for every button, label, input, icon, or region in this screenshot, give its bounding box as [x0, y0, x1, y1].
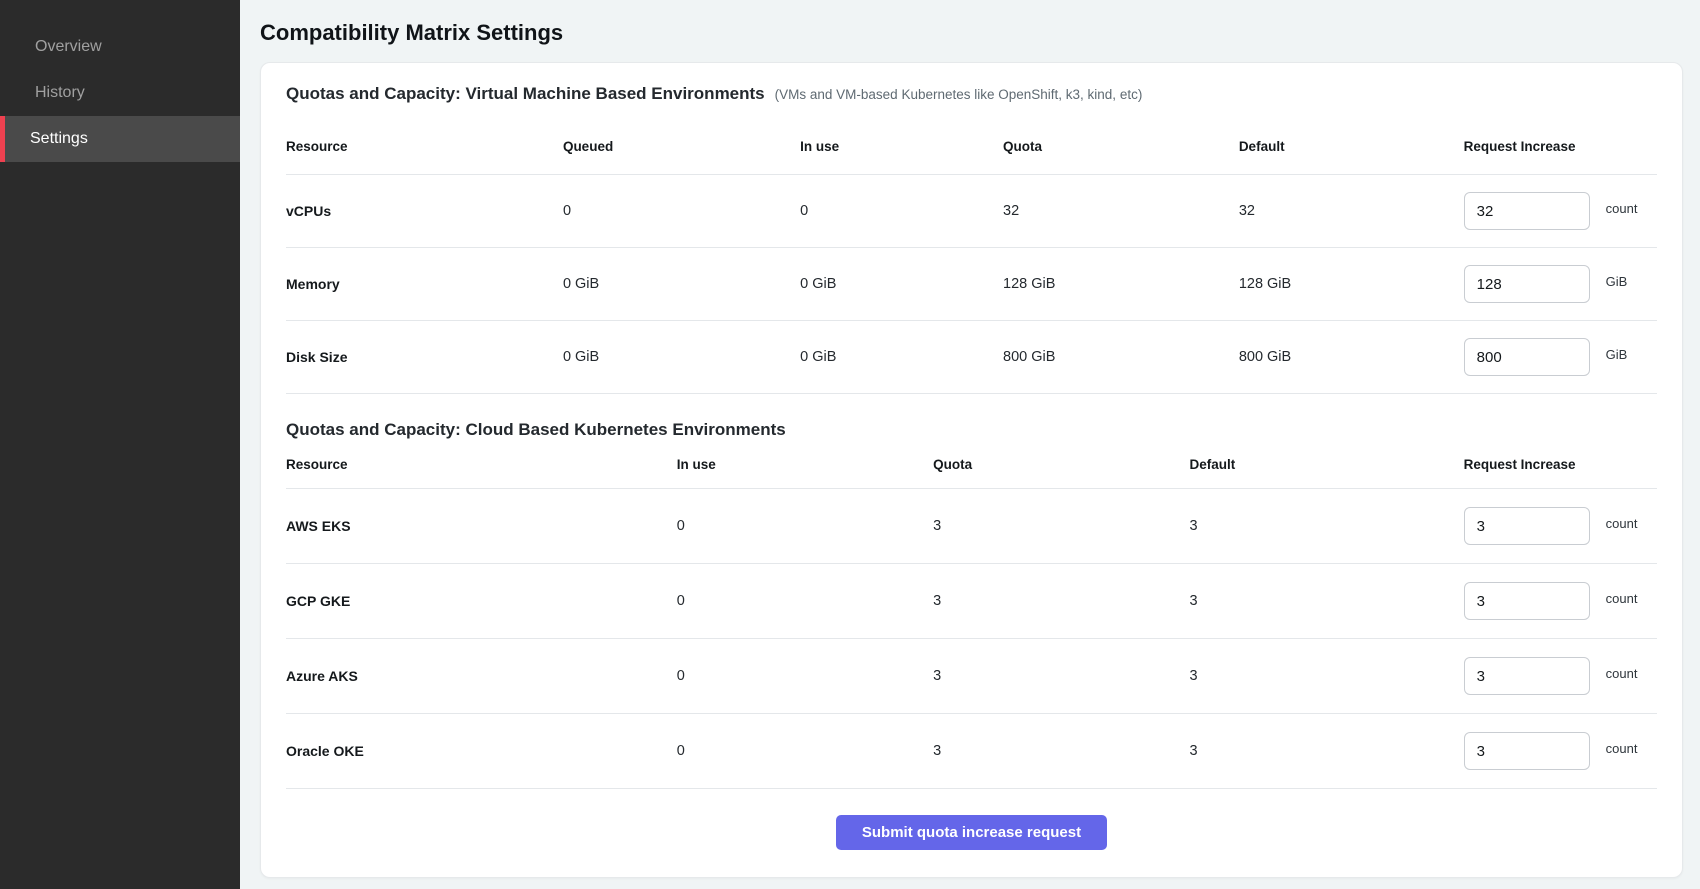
cloud-col-resource: Resource	[286, 457, 677, 472]
resource-label: Disk Size	[286, 349, 563, 365]
vm-section-header: Quotas and Capacity: Virtual Machine Bas…	[286, 83, 1657, 105]
quota-value: 3	[933, 743, 1189, 759]
resource-label: Azure AKS	[286, 668, 677, 684]
in-use-value: 0	[800, 203, 1003, 219]
quota-value: 3	[933, 518, 1189, 534]
resource-label: vCPUs	[286, 203, 563, 219]
request-increase-input-memory[interactable]	[1464, 265, 1590, 303]
request-increase-cell: count	[1464, 657, 1657, 695]
default-value: 800 GiB	[1239, 349, 1464, 365]
sidebar-item-settings[interactable]: Settings	[0, 116, 240, 162]
resource-label: AWS EKS	[286, 518, 677, 534]
table-row-memory: Memory 0 GiB 0 GiB 128 GiB 128 GiB GiB	[286, 248, 1657, 321]
table-row-aws-eks: AWS EKS 0 3 3 count	[286, 489, 1657, 564]
resource-label: Memory	[286, 276, 563, 292]
request-increase-cell: count	[1464, 732, 1657, 770]
quota-value: 3	[933, 668, 1189, 684]
queued-value: 0 GiB	[563, 349, 800, 365]
unit-label: count	[1606, 201, 1638, 216]
request-increase-input-aws-eks[interactable]	[1464, 507, 1590, 545]
resource-label: Oracle OKE	[286, 743, 677, 759]
sidebar: Overview History Settings	[0, 0, 240, 889]
request-increase-cell: count	[1464, 507, 1657, 545]
sidebar-item-history[interactable]: History	[0, 70, 240, 116]
resource-label: GCP GKE	[286, 593, 677, 609]
request-increase-cell: count	[1464, 192, 1657, 230]
in-use-value: 0	[677, 593, 933, 609]
cloud-table-header: Resource In use Quota Default Request In…	[286, 441, 1657, 489]
table-row-oracle-oke: Oracle OKE 0 3 3 count	[286, 714, 1657, 789]
table-row-gcp-gke: GCP GKE 0 3 3 count	[286, 564, 1657, 639]
cloud-col-quota: Quota	[933, 457, 1189, 472]
default-value: 3	[1189, 593, 1463, 609]
sidebar-item-overview[interactable]: Overview	[0, 24, 240, 70]
default-value: 3	[1189, 743, 1463, 759]
queued-value: 0	[563, 203, 800, 219]
in-use-value: 0 GiB	[800, 276, 1003, 292]
quota-value: 800 GiB	[1003, 349, 1239, 365]
request-increase-input-vcpus[interactable]	[1464, 192, 1590, 230]
unit-label: count	[1606, 741, 1638, 756]
in-use-value: 0	[677, 518, 933, 534]
default-value: 128 GiB	[1239, 276, 1464, 292]
queued-value: 0 GiB	[563, 276, 800, 292]
default-value: 32	[1239, 203, 1464, 219]
quota-value: 32	[1003, 203, 1239, 219]
cloud-section-header: Quotas and Capacity: Cloud Based Kuberne…	[286, 419, 1657, 441]
request-increase-input-gcp-gke[interactable]	[1464, 582, 1590, 620]
unit-label: GiB	[1606, 274, 1628, 289]
quota-value: 3	[933, 593, 1189, 609]
cloud-col-request-increase: Request Increase	[1464, 457, 1657, 472]
vm-col-request-increase: Request Increase	[1464, 139, 1657, 154]
vm-section-subtitle: (VMs and VM-based Kubernetes like OpenSh…	[775, 87, 1143, 102]
vm-col-quota: Quota	[1003, 139, 1239, 154]
vm-col-resource: Resource	[286, 139, 563, 154]
default-value: 3	[1189, 668, 1463, 684]
request-increase-input-azure-aks[interactable]	[1464, 657, 1590, 695]
in-use-value: 0	[677, 668, 933, 684]
quota-value: 128 GiB	[1003, 276, 1239, 292]
unit-label: count	[1606, 666, 1638, 681]
request-increase-input-oracle-oke[interactable]	[1464, 732, 1590, 770]
settings-card: Quotas and Capacity: Virtual Machine Bas…	[260, 62, 1683, 878]
cloud-col-default: Default	[1189, 457, 1463, 472]
in-use-value: 0 GiB	[800, 349, 1003, 365]
vm-section-title: Quotas and Capacity: Virtual Machine Bas…	[286, 83, 765, 105]
cloud-section-title: Quotas and Capacity: Cloud Based Kuberne…	[286, 419, 786, 441]
table-row-disk-size: Disk Size 0 GiB 0 GiB 800 GiB 800 GiB Gi…	[286, 321, 1657, 394]
default-value: 3	[1189, 518, 1463, 534]
vm-col-queued: Queued	[563, 139, 800, 154]
request-increase-cell: GiB	[1464, 338, 1657, 376]
request-increase-cell: count	[1464, 582, 1657, 620]
submit-row: Submit quota increase request	[286, 815, 1657, 850]
in-use-value: 0	[677, 743, 933, 759]
table-row-vcpus: vCPUs 0 0 32 32 count	[286, 175, 1657, 248]
vm-table-header: Resource Queued In use Quota Default Req…	[286, 119, 1657, 175]
vm-col-in-use: In use	[800, 139, 1003, 154]
submit-quota-increase-button[interactable]: Submit quota increase request	[836, 815, 1107, 850]
unit-label: GiB	[1606, 347, 1628, 362]
request-increase-cell: GiB	[1464, 265, 1657, 303]
cloud-col-in-use: In use	[677, 457, 933, 472]
page-title: Compatibility Matrix Settings	[260, 18, 1683, 48]
unit-label: count	[1606, 591, 1638, 606]
main-content: Compatibility Matrix Settings Quotas and…	[240, 0, 1700, 889]
table-row-azure-aks: Azure AKS 0 3 3 count	[286, 639, 1657, 714]
request-increase-input-disk-size[interactable]	[1464, 338, 1590, 376]
vm-col-default: Default	[1239, 139, 1464, 154]
unit-label: count	[1606, 516, 1638, 531]
